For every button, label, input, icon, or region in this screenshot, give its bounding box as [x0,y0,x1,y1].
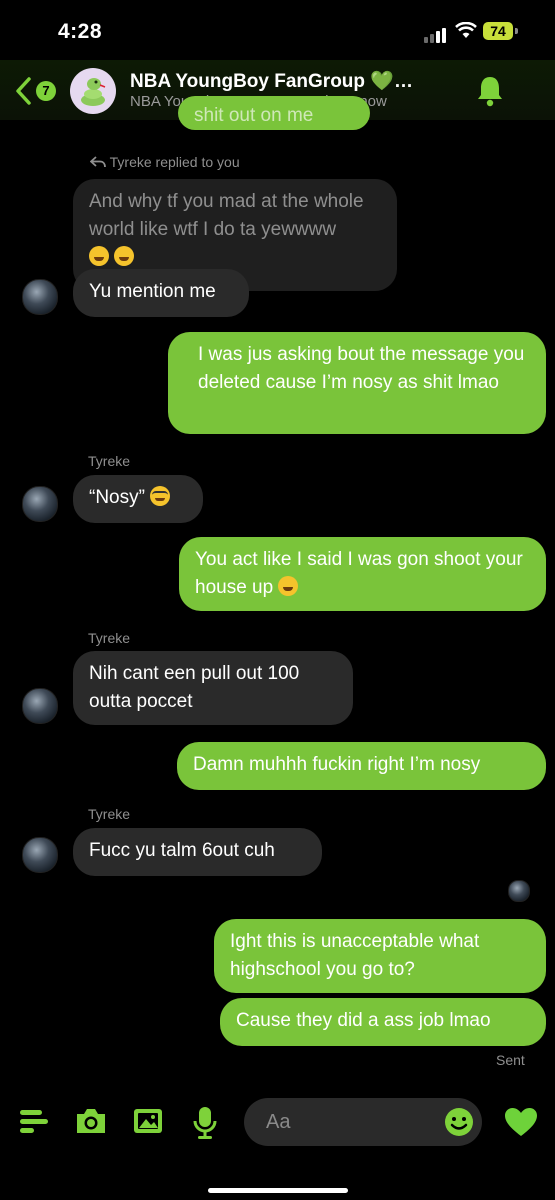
bell-icon[interactable] [474,74,506,108]
message-bubble[interactable]: You act like I said I was gon shoot your… [179,537,546,611]
message-text: You act like I said I was gon shoot your… [195,549,523,598]
signal-icon [424,25,448,43]
message-text: shit out on me [194,105,314,126]
unread-count-badge: 7 [36,81,56,101]
sent-status: Sent [496,1052,525,1068]
heart-icon[interactable] [503,1106,539,1138]
read-receipt-avatar [508,880,530,902]
status-time: 4:28 [58,20,103,43]
sender-name: Tyreke [88,630,131,646]
message-text: Cause they did a ass job lmao [236,1010,491,1031]
menu-icon[interactable] [18,1104,50,1140]
message-text: “Nosy” [89,487,145,508]
status-bar: 4:28 74 [0,0,555,60]
chevron-left-icon [16,77,31,105]
camera-icon[interactable] [74,1104,108,1138]
reply-label: Tyreke replied to you [109,154,240,170]
avatar[interactable] [22,837,58,873]
sender-name: Tyreke [88,453,131,469]
message-bubble-partial[interactable]: shit out on me [178,96,370,130]
message-text: Yu mention me [89,281,216,302]
rofl-emoji-icon [114,246,135,266]
message-text: Ight this is unacceptable what highschoo… [230,931,480,980]
group-avatar[interactable] [70,68,116,114]
message-text: Fucc yu talm 6out cuh [89,840,275,861]
battery-level: 74 [483,22,513,40]
message-input[interactable] [264,1110,428,1135]
message-input-container[interactable] [244,1098,482,1146]
sender-name: Tyreke [88,806,131,822]
reply-arrow-icon [89,156,106,168]
image-icon[interactable] [131,1104,165,1138]
message-bubble[interactable]: Damn muhhh fuckin right I’m nosy [177,742,546,790]
avatar[interactable] [22,486,58,522]
message-text: Damn muhhh fuckin right I’m nosy [193,754,481,775]
avatar[interactable] [22,279,58,315]
message-bubble[interactable]: Ight this is unacceptable what highschoo… [214,919,546,993]
message-bubble[interactable]: Yu mention me [73,269,249,317]
nerd-emoji-icon [150,486,171,506]
message-text: Nih cant een pull out 100 outta poccet [89,663,300,712]
message-text: I was jus asking bout the message you de… [198,344,525,393]
microphone-icon[interactable] [189,1104,221,1142]
message-bubble[interactable]: Nih cant een pull out 100 outta poccet [73,651,353,725]
rofl-emoji-icon [89,246,109,266]
home-indicator [208,1188,348,1193]
emoji-icon[interactable] [443,1106,475,1138]
rofl-emoji-icon [278,576,299,596]
avatar[interactable] [22,688,58,724]
wifi-icon [455,22,477,38]
group-title[interactable]: NBA YoungBoy FanGroup 💚… [130,69,413,93]
snake-icon [81,78,106,106]
battery-icon [515,28,518,34]
message-bubble[interactable]: Cause they did a ass job lmao [220,998,546,1046]
message-bubble[interactable]: Fucc yu talm 6out cuh [73,828,322,876]
message-bubble[interactable]: I was jus asking bout the message you de… [168,332,546,434]
reply-indicator: Tyreke replied to you [89,154,240,170]
quoted-text: And why tf you mad at the whole world li… [89,191,364,240]
message-bubble[interactable]: “Nosy” [73,475,203,523]
